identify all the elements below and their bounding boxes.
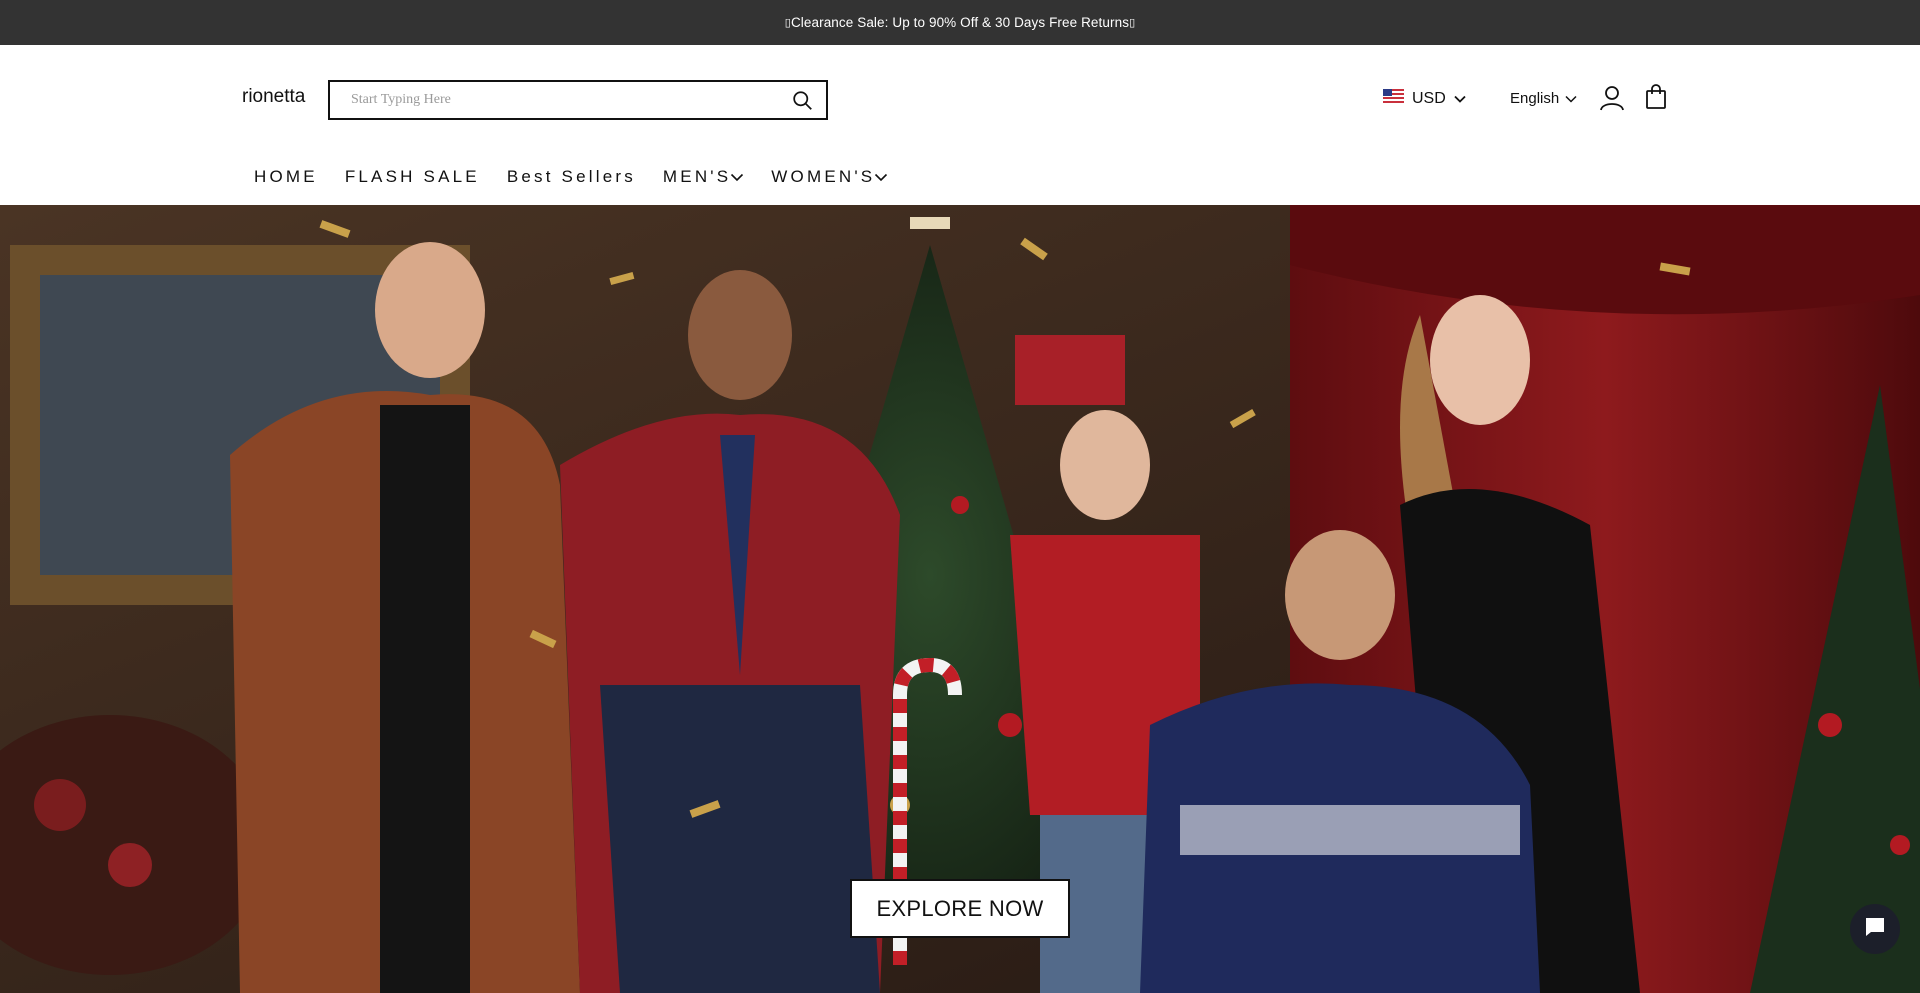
language-label: English xyxy=(1510,90,1560,107)
chevron-down-icon xyxy=(874,173,888,182)
currency-selector[interactable]: USD xyxy=(1383,89,1466,108)
search-input[interactable] xyxy=(330,82,778,118)
site-logo[interactable]: rionetta xyxy=(242,86,305,108)
main-nav: HOME FLASH SALE Best Sellers MEN'S WOMEN… xyxy=(254,167,915,187)
announcement-bar: ▯ Clearance Sale: Up to 90% Off & 30 Day… xyxy=(0,0,1920,45)
nav-item-best-sellers[interactable]: Best Sellers xyxy=(507,167,636,187)
hero-banner[interactable]: EXPLORE NOW xyxy=(0,205,1920,993)
language-selector[interactable]: English xyxy=(1510,90,1577,107)
chevron-down-icon xyxy=(1565,90,1577,107)
nav-item-label: MEN'S xyxy=(662,167,732,186)
nav-item-label: Best Sellers xyxy=(506,167,636,186)
search-icon[interactable] xyxy=(778,82,826,118)
nav-item-label: HOME xyxy=(254,167,318,186)
nav-item-label: WOMEN'S xyxy=(771,167,876,186)
shopping-bag-icon[interactable] xyxy=(1645,84,1667,110)
account-icon[interactable] xyxy=(1599,85,1625,111)
us-flag-icon xyxy=(1383,89,1404,108)
explore-now-button[interactable]: EXPLORE NOW xyxy=(850,879,1070,938)
nav-item-home[interactable]: HOME xyxy=(254,167,318,187)
site-header: rionetta USD English xyxy=(0,45,1920,205)
announcement-text: Clearance Sale: Up to 90% Off & 30 Days … xyxy=(790,15,1130,30)
nav-item-womens[interactable]: WOMEN'S xyxy=(771,167,888,187)
nav-item-flash-sale[interactable]: FLASH SALE xyxy=(345,167,480,187)
announcement-suffix-glyph: ▯ xyxy=(1129,16,1136,29)
search-bar xyxy=(328,80,828,120)
chevron-down-icon xyxy=(730,173,744,182)
chat-widget-button[interactable] xyxy=(1850,904,1900,954)
chat-bubble-icon xyxy=(1863,915,1887,944)
hero-image xyxy=(0,205,1920,993)
nav-item-mens[interactable]: MEN'S xyxy=(663,167,744,187)
nav-item-label: FLASH SALE xyxy=(344,167,480,186)
chevron-down-icon xyxy=(1454,90,1466,108)
currency-label: USD xyxy=(1412,89,1446,107)
